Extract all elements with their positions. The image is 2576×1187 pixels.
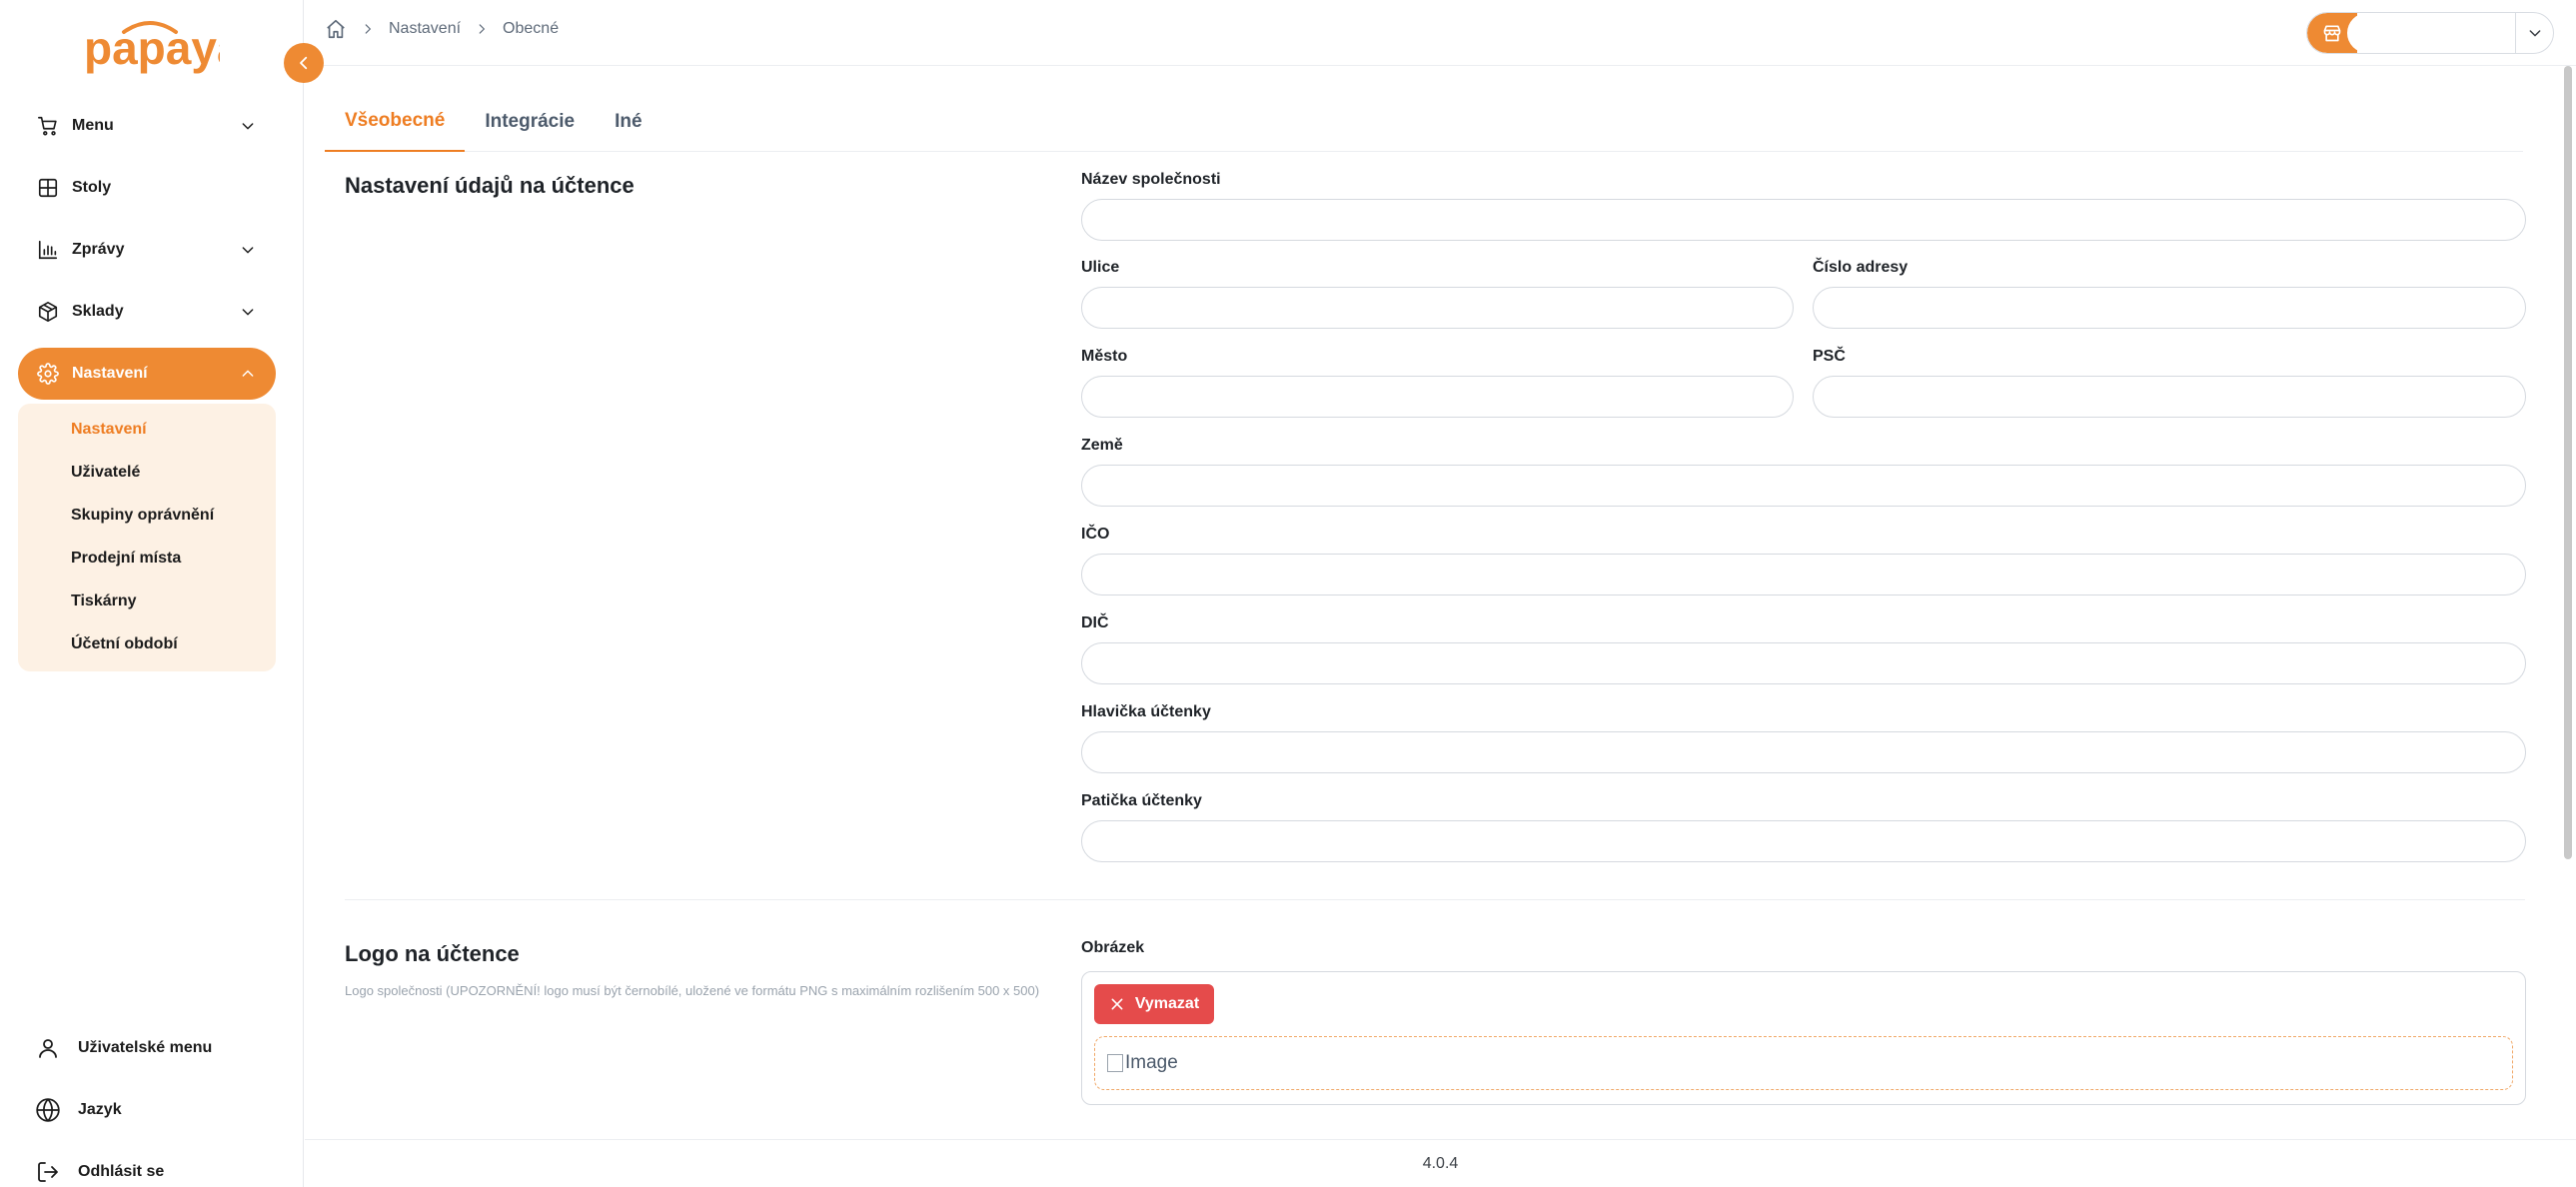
- receipt-footer-input[interactable]: [1081, 820, 2526, 862]
- logo-upload-box: Vymazat Image: [1081, 971, 2526, 1105]
- language-label: Jazyk: [78, 1101, 122, 1118]
- user-menu-label: Uživatelské menu: [78, 1039, 213, 1056]
- city-label: Město: [1081, 348, 1128, 365]
- sidebar-item-zpravy[interactable]: Zprávy: [18, 224, 276, 276]
- sidebar-item-nastaveni[interactable]: Nastavení: [18, 348, 276, 400]
- sidebar-item-sklady[interactable]: Sklady: [18, 286, 276, 338]
- sidebar-item-label: Stoly: [72, 179, 112, 196]
- dic-label: DIČ: [1081, 614, 1109, 631]
- chevron-down-icon[interactable]: [2515, 13, 2553, 53]
- submenu-item-skupiny-opravneni[interactable]: Skupiny oprávnění: [18, 494, 276, 537]
- image-label: Obrázek: [1081, 939, 1145, 956]
- image-alt-text: Image: [1125, 1052, 1178, 1073]
- ico-label: IČO: [1081, 526, 1110, 543]
- submenu-item-prodejni-mista[interactable]: Prodejní místa: [18, 537, 276, 580]
- tab-integracie[interactable]: Integrácie: [465, 92, 595, 152]
- breadcrumb-item-obecne: Obecné: [503, 20, 560, 37]
- chevron-right-icon: [361, 22, 375, 36]
- logo-section-title: Logo na účtence: [345, 941, 520, 966]
- submenu-item-tiskarny[interactable]: Tiskárny: [18, 580, 276, 622]
- receipt-header-input[interactable]: [1081, 731, 2526, 773]
- sidebar-item-stoly[interactable]: Stoly: [18, 162, 276, 214]
- cart-icon: [36, 114, 60, 138]
- box-icon: [36, 300, 60, 324]
- language-item[interactable]: Jazyk: [18, 1079, 276, 1141]
- zip-label: PSČ: [1813, 348, 1846, 365]
- settings-submenu: Nastavení Uživatelé Skupiny oprávnění Pr…: [18, 404, 276, 671]
- breadcrumb: Nastavení Obecné: [325, 18, 559, 40]
- gear-icon: [36, 362, 60, 386]
- logout-item[interactable]: Odhlásit se: [18, 1141, 276, 1187]
- zip-input[interactable]: [1813, 376, 2526, 418]
- chevron-down-icon: [238, 116, 258, 136]
- chevron-up-icon: [238, 364, 258, 384]
- dic-input[interactable]: [1081, 642, 2526, 684]
- section-divider: [345, 899, 2525, 900]
- street-input[interactable]: [1081, 287, 1794, 329]
- chevron-left-icon: [295, 54, 313, 72]
- submenu-item-ucetni-obdobi[interactable]: Účetní období: [18, 622, 276, 665]
- receipt-section-title: Nastavení údajů na účtence: [345, 173, 635, 198]
- broken-image-icon: [1107, 1054, 1123, 1072]
- chevron-right-icon: [475, 22, 489, 36]
- tab-ine[interactable]: Iné: [595, 92, 661, 152]
- ico-input[interactable]: [1081, 554, 2526, 595]
- settings-tabs: Všeobecné Integrácie Iné: [325, 92, 2523, 152]
- logout-label: Odhlásit se: [78, 1163, 165, 1180]
- tab-vseobecne[interactable]: Všeobecné: [325, 92, 466, 152]
- sidebar-bottom-nav: Uživatelské menu Jazyk Odhlásit se: [18, 1017, 276, 1187]
- user-icon: [34, 1034, 62, 1062]
- chevron-down-icon: [238, 240, 258, 260]
- address-number-input[interactable]: [1813, 287, 2526, 329]
- sidebar-item-label: Zprávy: [72, 241, 125, 258]
- company-name-input[interactable]: [1081, 199, 2526, 241]
- papaya-logo[interactable]: papaya: [80, 12, 243, 82]
- svg-text:papaya: papaya: [84, 22, 220, 74]
- chevron-down-icon: [238, 302, 258, 322]
- delete-image-button[interactable]: Vymazat: [1094, 984, 1214, 1024]
- home-icon[interactable]: [325, 18, 347, 40]
- country-input[interactable]: [1081, 465, 2526, 507]
- bar-chart-icon: [36, 238, 60, 262]
- user-menu-item[interactable]: Uživatelské menu: [18, 1017, 276, 1079]
- company-name-label: Název společnosti: [1081, 171, 1221, 188]
- city-input[interactable]: [1081, 376, 1794, 418]
- sidebar-item-label: Menu: [72, 117, 114, 134]
- sidebar-item-label: Sklady: [72, 303, 124, 320]
- sidebar-item-label: Nastavení: [72, 365, 148, 382]
- submenu-item-uzivatele[interactable]: Uživatelé: [18, 451, 276, 494]
- shop-select-value: [2347, 13, 2515, 53]
- close-icon: [1109, 996, 1125, 1012]
- sidebar-collapse-button[interactable]: [284, 43, 324, 83]
- receipt-footer-label: Patička účtenky: [1081, 792, 1202, 809]
- table-grid-icon: [36, 176, 60, 200]
- street-label: Ulice: [1081, 259, 1120, 276]
- app-footer: 4.0.4: [305, 1139, 2576, 1187]
- sidebar: papaya Menu Stoly Zprávy: [0, 0, 304, 1187]
- logout-icon: [34, 1158, 62, 1186]
- submenu-item-nastaveni[interactable]: Nastavení: [18, 408, 276, 451]
- address-number-label: Číslo adresy: [1813, 259, 1909, 276]
- page-scrollbar[interactable]: [2564, 66, 2572, 859]
- sidebar-item-menu[interactable]: Menu: [18, 100, 276, 152]
- sidebar-nav: Menu Stoly Zprávy Sklady Nastavení Nasta…: [18, 100, 276, 671]
- breadcrumb-item-nastaveni[interactable]: Nastavení: [389, 20, 461, 38]
- delete-image-label: Vymazat: [1134, 995, 1200, 1012]
- country-label: Země: [1081, 437, 1123, 454]
- topbar: Nastavení Obecné: [305, 0, 2576, 66]
- logo-section-description: Logo společnosti (UPOZORNĚNÍ! logo musí …: [345, 983, 1040, 998]
- shop-select[interactable]: [2306, 12, 2554, 54]
- image-dropzone[interactable]: Image: [1094, 1036, 2513, 1090]
- receipt-header-label: Hlavička účtenky: [1081, 703, 1211, 720]
- version-text: 4.0.4: [1422, 1154, 1459, 1172]
- globe-icon: [34, 1096, 62, 1124]
